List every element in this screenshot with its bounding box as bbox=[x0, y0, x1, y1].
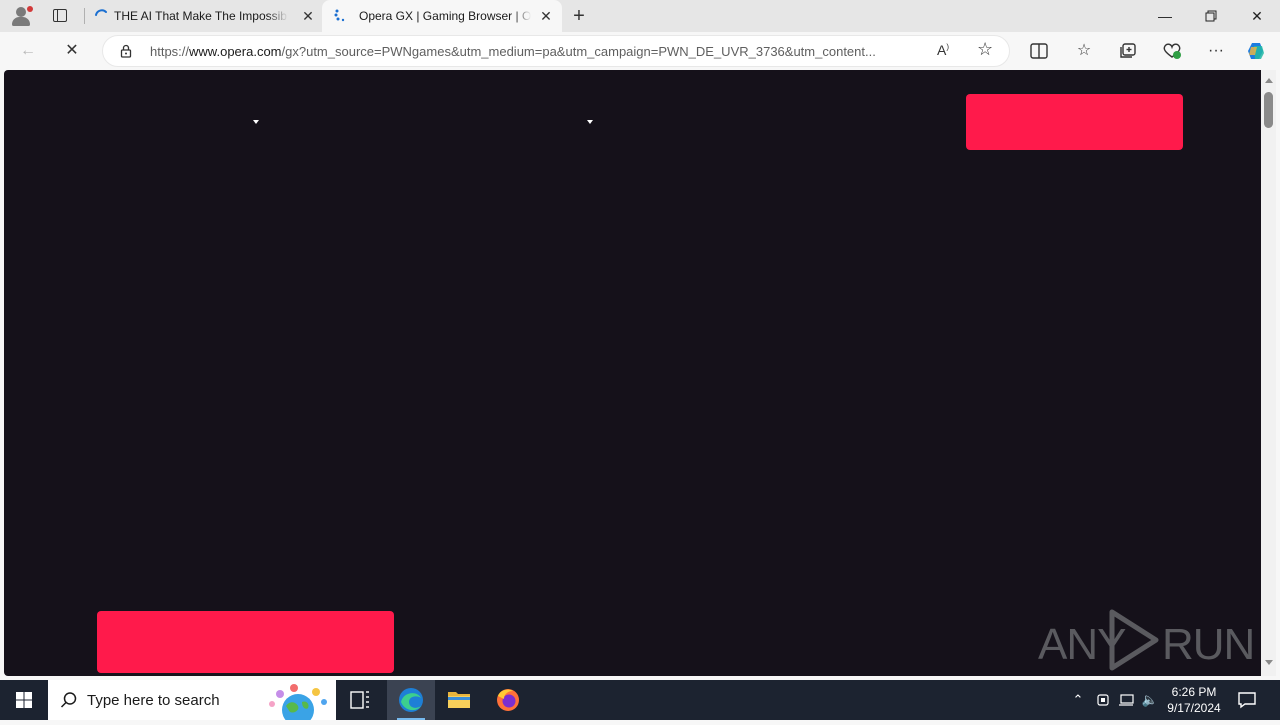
vertical-scrollbar[interactable] bbox=[1261, 70, 1276, 676]
url-scheme: https:// bbox=[150, 44, 190, 59]
start-button[interactable] bbox=[0, 680, 48, 720]
network-icon[interactable] bbox=[1116, 690, 1136, 710]
favorites-icon[interactable]: ☆ bbox=[1073, 41, 1095, 61]
firefox-icon bbox=[497, 689, 519, 711]
tab-title: THE AI That Make The Impossible bbox=[114, 9, 288, 23]
back-icon[interactable]: ← bbox=[17, 41, 39, 61]
taskbar-edge[interactable] bbox=[387, 680, 435, 720]
more-menu-icon[interactable]: ··· bbox=[1205, 41, 1227, 61]
copilot-icon[interactable] bbox=[1245, 41, 1269, 61]
windows-taskbar: Type here to search ⌃ 🔈 6:26 PM 9/17/202… bbox=[0, 680, 1280, 720]
url-text[interactable]: https://www.opera.com/gx?utm_source=PWNg… bbox=[150, 44, 928, 59]
taskbar-file-explorer[interactable] bbox=[435, 680, 483, 720]
taskbar-clock[interactable]: 6:26 PM 9/17/2024 bbox=[1160, 684, 1228, 716]
taskbar-search-box[interactable]: Type here to search bbox=[48, 680, 336, 720]
tab-separator bbox=[84, 8, 85, 24]
download-button-header[interactable] bbox=[966, 94, 1183, 150]
search-icon bbox=[60, 692, 77, 708]
tab-actions-icon[interactable] bbox=[48, 6, 72, 26]
minimize-icon[interactable]: — bbox=[1142, 0, 1188, 32]
clock-time: 6:26 PM bbox=[1171, 685, 1217, 699]
read-aloud-icon[interactable]: A) bbox=[937, 42, 949, 58]
collections-icon[interactable] bbox=[1117, 41, 1139, 61]
download-button-hero[interactable] bbox=[97, 611, 394, 673]
dropdown-caret-icon[interactable] bbox=[587, 120, 593, 124]
watermark-run: RUN bbox=[1162, 620, 1255, 669]
url-path: /gx?utm_source=PWNgames&utm_medium=pa&ut… bbox=[281, 44, 876, 59]
notification-center-icon[interactable] bbox=[1237, 690, 1257, 710]
clock-date: 9/17/2024 bbox=[1167, 701, 1221, 715]
scrollbar-thumb[interactable] bbox=[1264, 92, 1273, 128]
windows-logo-icon bbox=[16, 692, 32, 708]
browser-essentials-icon[interactable] bbox=[1161, 41, 1183, 61]
page-viewport: ANY RUN bbox=[4, 70, 1261, 676]
close-tab-icon[interactable]: ✕ bbox=[300, 8, 316, 24]
search-placeholder: Type here to search bbox=[87, 692, 220, 709]
loading-dots-icon bbox=[334, 9, 345, 22]
address-bar[interactable]: https://www.opera.com/gx?utm_source=PWNg… bbox=[102, 35, 1010, 67]
watermark-any: ANY bbox=[1038, 620, 1126, 669]
edge-icon bbox=[399, 688, 423, 712]
split-screen-icon[interactable] bbox=[1028, 41, 1050, 61]
folder-icon bbox=[448, 692, 470, 708]
task-view-button[interactable] bbox=[336, 680, 384, 720]
lock-icon[interactable] bbox=[119, 44, 133, 58]
tab-title: Opera GX | Gaming Browser | Opera bbox=[359, 9, 531, 23]
browser-toolbar: ← ✕ https://www.opera.com/gx?utm_source=… bbox=[0, 32, 1280, 70]
tab-opera-gx[interactable]: Opera GX | Gaming Browser | Opera ✕ bbox=[322, 0, 562, 32]
close-tab-icon[interactable]: ✕ bbox=[538, 8, 554, 24]
volume-icon[interactable]: 🔈 bbox=[1140, 690, 1160, 710]
favorite-star-icon[interactable]: ☆ bbox=[977, 39, 993, 60]
profile-icon[interactable] bbox=[8, 4, 34, 28]
close-window-icon[interactable]: ✕ bbox=[1234, 0, 1280, 32]
search-highlight-globe-icon bbox=[269, 684, 327, 720]
anyrun-watermark: ANY RUN bbox=[1038, 608, 1255, 672]
scroll-down-icon[interactable] bbox=[1265, 660, 1273, 665]
task-view-icon bbox=[350, 691, 369, 709]
tab-strip: THE AI That Make The Impossible ✕ Opera … bbox=[0, 0, 1280, 32]
show-hidden-icons[interactable]: ⌃ bbox=[1068, 690, 1088, 710]
url-host: www.opera.com bbox=[189, 44, 282, 59]
device-icon[interactable] bbox=[1093, 690, 1113, 710]
taskbar-firefox[interactable] bbox=[484, 680, 532, 720]
restore-icon[interactable] bbox=[1188, 0, 1234, 32]
stop-loading-icon[interactable]: ✕ bbox=[61, 41, 83, 61]
loading-spinner-icon bbox=[95, 9, 107, 16]
dropdown-caret-icon[interactable] bbox=[253, 120, 259, 124]
tab-ai[interactable]: THE AI That Make The Impossible ✕ bbox=[86, 0, 320, 32]
scroll-up-icon[interactable] bbox=[1265, 78, 1273, 83]
new-tab-button[interactable]: + bbox=[568, 5, 590, 27]
